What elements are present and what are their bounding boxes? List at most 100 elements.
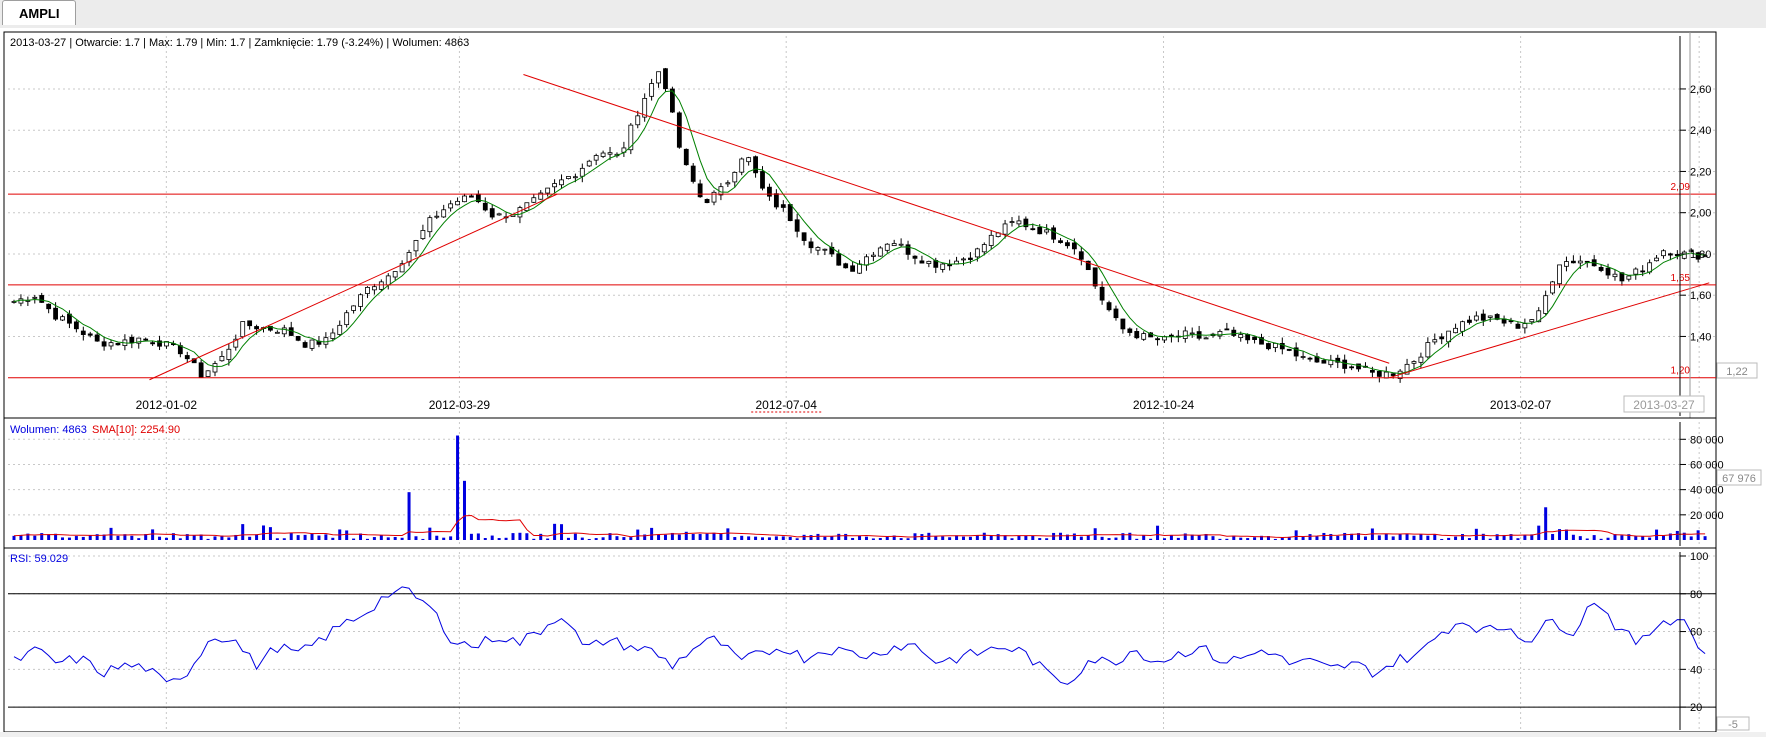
candle-body bbox=[1245, 334, 1251, 341]
volume-bar bbox=[1516, 538, 1520, 540]
volume-bar bbox=[1467, 538, 1471, 540]
volume-bar bbox=[428, 527, 432, 540]
candle-body bbox=[385, 275, 391, 286]
candle-body bbox=[1203, 337, 1209, 340]
candle-body bbox=[1557, 264, 1562, 285]
candle-body bbox=[905, 244, 911, 255]
volume-bar bbox=[906, 538, 910, 540]
volume-label: Wolumen: 4863 bbox=[10, 424, 87, 436]
volume-bar bbox=[213, 536, 217, 540]
volume-bar bbox=[442, 537, 446, 540]
volume-bar bbox=[456, 435, 460, 540]
candle-body bbox=[1473, 315, 1479, 321]
candle-body bbox=[1661, 250, 1666, 257]
candle-body bbox=[1612, 273, 1618, 278]
volume-bar bbox=[733, 537, 737, 540]
volume-bar bbox=[858, 535, 862, 540]
volume-bar bbox=[1433, 534, 1437, 540]
volume-bar bbox=[996, 534, 1000, 540]
candle-body bbox=[1189, 332, 1195, 335]
volume-bar bbox=[1149, 538, 1153, 540]
candle-body bbox=[434, 215, 440, 218]
chart-svg[interactable]: 2,091,651,20 2,602,402,202,001,801,601,4… bbox=[0, 28, 1766, 733]
cursor-date-box: 2013-03-27 bbox=[1623, 395, 1705, 413]
candle-body bbox=[337, 324, 343, 335]
candle-body bbox=[226, 348, 232, 360]
candle-body bbox=[274, 331, 280, 334]
volume-bar bbox=[948, 537, 952, 540]
volume-bar bbox=[795, 538, 799, 540]
candle-body bbox=[600, 152, 606, 157]
candle-body bbox=[46, 303, 52, 310]
volume-bar bbox=[1544, 507, 1548, 540]
candle-body bbox=[205, 370, 211, 377]
candle-body bbox=[1134, 331, 1140, 339]
date-tick-label: 2013-02-07 bbox=[1490, 398, 1552, 412]
volume-bar bbox=[151, 529, 155, 540]
rsi-cursor-label: -5 bbox=[1728, 719, 1738, 731]
volume-bar bbox=[747, 536, 751, 540]
volume-bar bbox=[386, 537, 390, 540]
volume-bar bbox=[262, 525, 266, 540]
volume-bar bbox=[698, 534, 702, 540]
volume-bar bbox=[1135, 538, 1139, 540]
volume-panel[interactable]: 80 00060 00040 00020 000 Wolumen: 4863 S… bbox=[3, 417, 1762, 549]
candle-body bbox=[1321, 360, 1327, 364]
volume-bar bbox=[864, 536, 868, 540]
candle-body bbox=[1550, 281, 1555, 294]
candle-body bbox=[1570, 260, 1576, 264]
volume-bar bbox=[296, 535, 300, 540]
candle-body bbox=[365, 287, 370, 294]
candle-body bbox=[1349, 366, 1355, 369]
volume-bar bbox=[504, 537, 508, 540]
rsi-panel[interactable]: 100 80 60 40 20 RSI: 59.029 -5 bbox=[3, 547, 1750, 733]
candle-body bbox=[517, 207, 523, 218]
volume-bar bbox=[677, 534, 681, 540]
volume-bar bbox=[1606, 537, 1610, 540]
volume-bar bbox=[941, 536, 945, 540]
chart-area[interactable]: 2,091,651,20 2,602,402,202,001,801,601,4… bbox=[0, 28, 1766, 733]
candle-body bbox=[1529, 319, 1535, 323]
volume-bar bbox=[324, 534, 328, 540]
volume-bar bbox=[1343, 532, 1347, 540]
volume-bar bbox=[622, 537, 626, 540]
volume-bar bbox=[1661, 535, 1665, 540]
volume-bar bbox=[1301, 536, 1305, 540]
candle-body bbox=[767, 186, 772, 197]
candle-body bbox=[1231, 329, 1237, 336]
volume-bar bbox=[1426, 535, 1430, 540]
volume-bar bbox=[719, 533, 723, 540]
price-tick-label: 1,80 bbox=[1690, 249, 1711, 261]
candle-body bbox=[212, 363, 218, 373]
volume-bar bbox=[331, 537, 335, 540]
volume-bar bbox=[497, 538, 501, 540]
volume-bar bbox=[1197, 535, 1201, 540]
candle-body bbox=[891, 243, 897, 247]
candle-body bbox=[351, 305, 357, 311]
candle-body bbox=[1598, 266, 1604, 271]
candle-body bbox=[87, 333, 93, 336]
volume-bar bbox=[1447, 537, 1451, 540]
candle-body bbox=[323, 337, 329, 345]
volume-bar bbox=[241, 524, 245, 540]
volume-bar bbox=[206, 538, 210, 540]
volume-bar bbox=[740, 535, 744, 540]
candle-body bbox=[725, 182, 731, 185]
candle-body bbox=[822, 248, 828, 251]
candle-body bbox=[184, 355, 190, 360]
candle-body bbox=[545, 187, 551, 194]
volume-bar bbox=[476, 533, 480, 540]
volume-bar bbox=[1107, 538, 1111, 540]
candle-body bbox=[1238, 334, 1244, 339]
volume-cursor-box: 67 976 bbox=[1716, 469, 1762, 486]
candle-body bbox=[926, 260, 932, 264]
candle-body bbox=[254, 326, 259, 330]
candle-body bbox=[801, 232, 807, 241]
candle-body bbox=[857, 263, 862, 274]
tab-ampli[interactable]: AMPLI bbox=[2, 0, 77, 25]
candle-body bbox=[129, 336, 135, 344]
candle-body bbox=[1654, 257, 1659, 262]
last-price-label: 1,22 bbox=[1726, 366, 1747, 378]
candle-body bbox=[1252, 336, 1257, 340]
rsi-panel-frame bbox=[3, 547, 1717, 733]
